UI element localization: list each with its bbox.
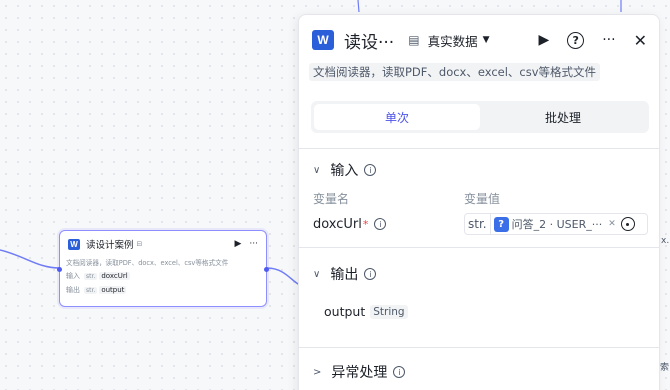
node-input-port[interactable] <box>57 267 62 272</box>
required-mark: * <box>362 217 369 231</box>
node-output-port[interactable] <box>264 267 269 272</box>
node-input-row: 输入 str. doxcUrl <box>60 271 266 281</box>
column-var-value: 变量值 <box>464 192 501 206</box>
info-icon[interactable]: i <box>393 366 406 378</box>
info-icon[interactable]: i <box>374 218 387 230</box>
input-section-header[interactable]: ∨ 输入 i <box>313 160 377 180</box>
section-divider <box>299 347 659 348</box>
offscreen-node-text: 索 <box>660 363 670 373</box>
help-icon[interactable]: ? <box>567 31 585 49</box>
node-input-type: str. <box>84 272 98 280</box>
run-mode-tabs: 单次 批处理 <box>311 101 649 133</box>
node-output-type: str. <box>84 286 98 294</box>
section-divider <box>299 148 659 149</box>
output-var-row: output String <box>324 304 408 319</box>
node-input-value: doxcUrl <box>99 272 130 280</box>
data-source-icon[interactable]: ▤ <box>408 33 419 47</box>
node-output-label: 输出 <box>66 286 80 294</box>
chevron-right-icon[interactable]: > <box>313 367 321 378</box>
value-reference[interactable]: 问答_2 · USER_··· <box>512 216 603 232</box>
data-source-select[interactable]: 真实数据 <box>428 31 478 50</box>
node-run-button[interactable]: ▶ <box>234 239 241 249</box>
info-icon[interactable]: i <box>364 268 377 280</box>
output-section-title: 输出 <box>330 267 359 283</box>
chevron-down-icon[interactable]: ∨ <box>313 269 320 280</box>
section-divider <box>299 247 659 248</box>
exception-section-header[interactable]: > 异常处理 i <box>313 362 406 382</box>
node-description: 文档阅读器，读取PDF、docx、excel、csv等格式文件 <box>66 259 229 267</box>
output-section-header[interactable]: ∨ 输出 i <box>313 264 377 284</box>
clear-icon[interactable]: ✕ <box>608 219 616 229</box>
tab-single[interactable]: 单次 <box>314 104 480 130</box>
outgoing-edge <box>266 267 301 286</box>
panel-title[interactable]: 读设··· <box>344 28 394 53</box>
output-var-name: output <box>324 304 366 319</box>
incoming-edge <box>0 249 60 269</box>
input-var-name: doxcUrl * i <box>313 215 387 233</box>
top-edge-left <box>357 0 360 13</box>
node-output-value: output <box>99 286 127 294</box>
qa-node-icon: ? <box>493 216 509 232</box>
node-output-row: 输出 str. output <box>60 285 266 295</box>
word-doc-icon: W <box>68 238 80 250</box>
chevron-down-icon[interactable]: ∨ <box>313 165 320 176</box>
node-config-panel: W 读设··· ▤ 真实数据 ▼ ▶ ? ··· ✕ 文档阅读器，读取PDF、d… <box>298 14 660 390</box>
node-data-icon: ⊟ <box>136 240 143 248</box>
output-var-type: String <box>370 304 408 319</box>
input-var-label: doxcUrl <box>313 216 362 232</box>
node-more-button[interactable]: ··· <box>249 239 258 249</box>
run-button[interactable]: ▶ <box>538 32 549 48</box>
more-icon[interactable]: ··· <box>602 32 615 48</box>
word-doc-icon: W <box>312 30 334 50</box>
document-reader-node[interactable]: W 读设计案例 ⊟ ▶ ··· 文档阅读器，读取PDF、docx、excel、c… <box>57 230 269 307</box>
column-var-name: 变量名 <box>313 192 350 206</box>
info-icon[interactable]: i <box>364 164 377 176</box>
chevron-down-icon[interactable]: ▼ <box>483 35 490 45</box>
exception-section-title: 异常处理 <box>331 365 388 381</box>
close-icon[interactable]: ✕ <box>634 31 647 50</box>
tab-batch[interactable]: 批处理 <box>480 104 646 130</box>
node-title: 读设计案例 <box>86 240 134 251</box>
variable-picker-icon[interactable] <box>620 217 635 231</box>
input-var-value-field[interactable]: str. ? 问答_2 · USER_··· ✕ <box>464 213 648 235</box>
node-input-label: 输入 <box>66 272 80 280</box>
input-section-title: 输入 <box>330 163 359 179</box>
value-type-badge: str. <box>465 214 491 234</box>
panel-header: W 读设··· ▤ 真实数据 ▼ ▶ ? ··· ✕ <box>299 15 659 65</box>
offscreen-node-text: x. <box>661 236 670 246</box>
panel-description: 文档阅读器，读取PDF、docx、excel、csv等格式文件 <box>309 63 601 81</box>
